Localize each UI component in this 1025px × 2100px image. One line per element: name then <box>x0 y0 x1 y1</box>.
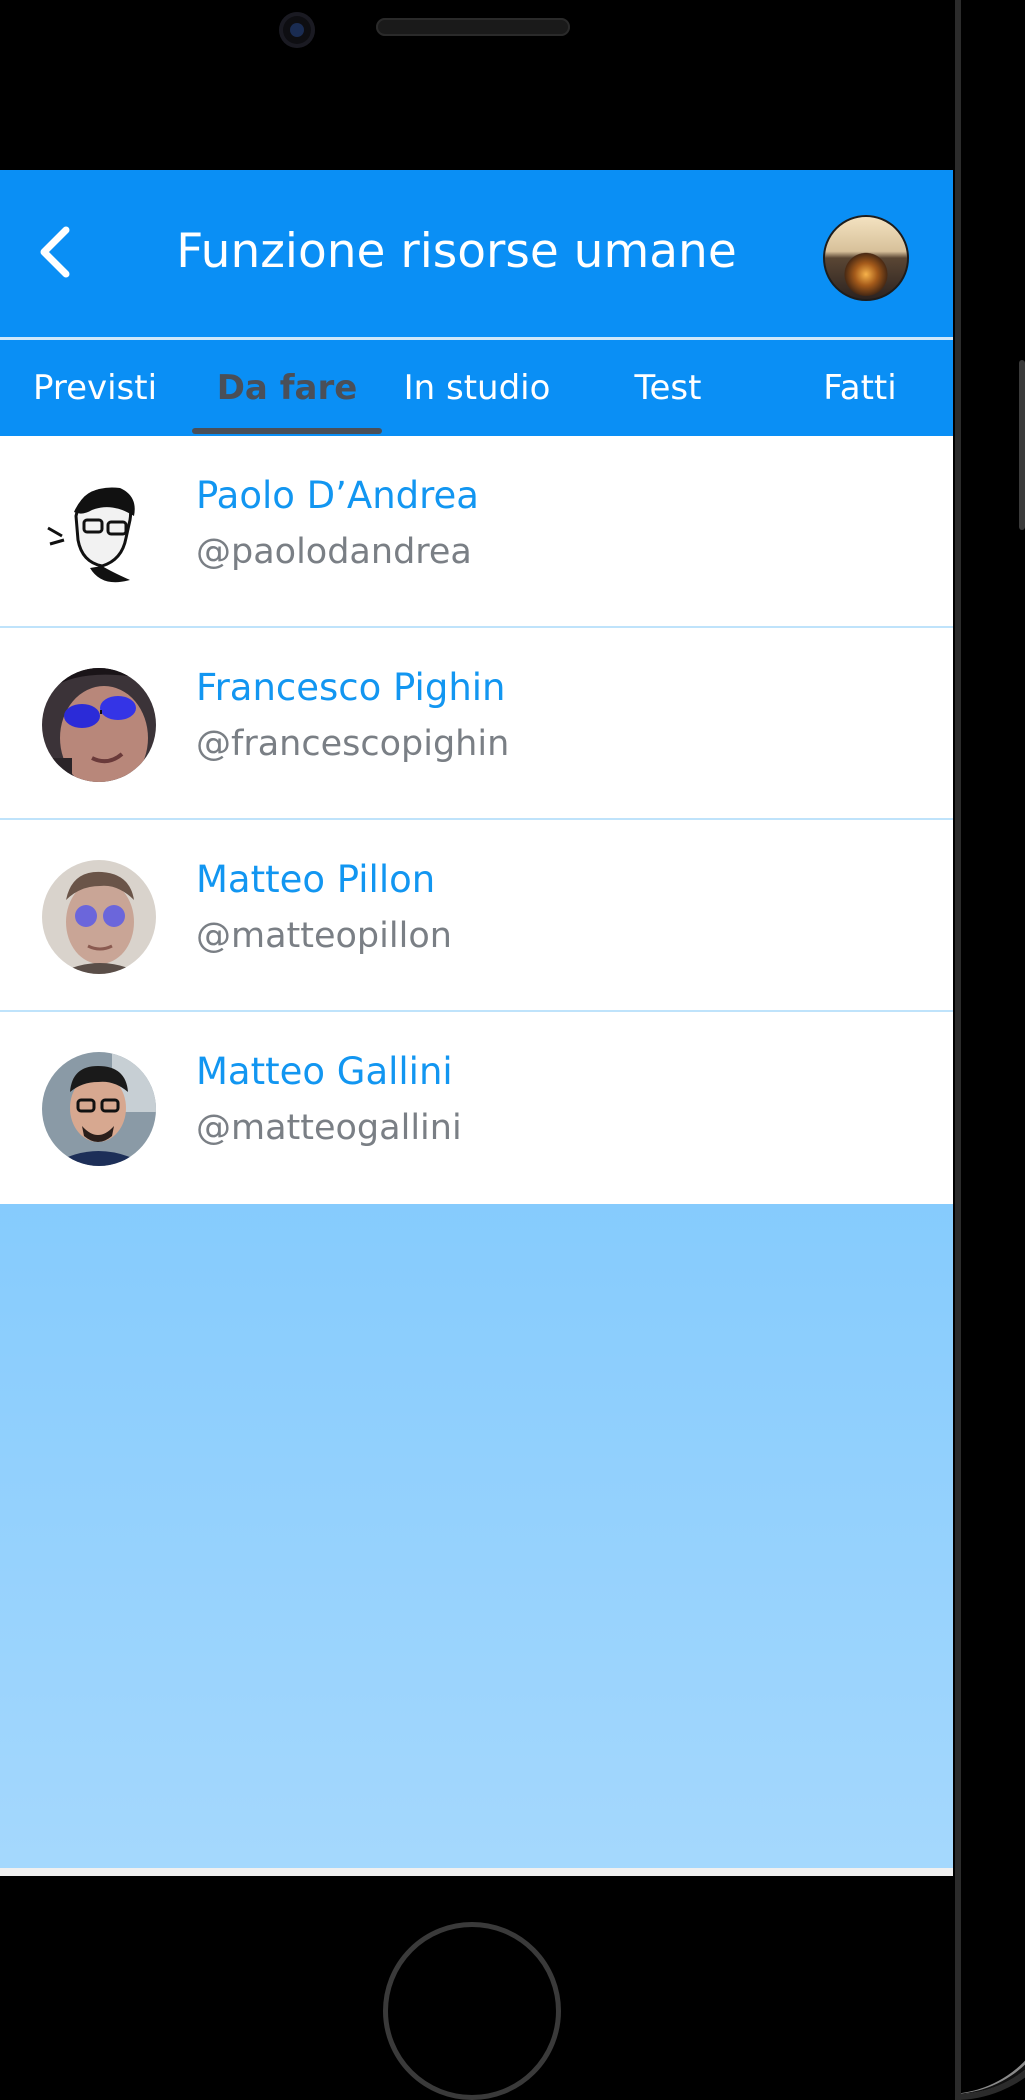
user-handle: @matteogallini <box>196 1108 462 1148</box>
tab-test[interactable]: Test <box>598 340 738 436</box>
avatar <box>42 1052 156 1166</box>
avatar <box>42 668 156 782</box>
front-camera <box>279 12 315 48</box>
list-item-user[interactable]: Matteo Gallini @matteogallini <box>0 1012 953 1204</box>
app-screen: Funzione risorse umane Previsti Da fare … <box>0 170 953 1876</box>
user-name: Matteo Pillon <box>196 858 436 901</box>
user-handle: @francescopighin <box>196 724 510 764</box>
nav-header: Funzione risorse umane <box>0 170 953 337</box>
tab-fatti[interactable]: Fatti <box>790 340 930 436</box>
profile-avatar[interactable] <box>823 215 909 301</box>
earpiece-speaker <box>376 18 570 36</box>
chevron-left-icon <box>40 226 70 278</box>
active-tab-indicator <box>192 428 382 434</box>
list-item-user[interactable]: Matteo Pillon @matteopillon <box>0 820 953 1012</box>
user-list: Paolo D’Andrea @paolodandrea Francesco P… <box>0 436 953 1204</box>
avatar <box>42 476 156 590</box>
user-name: Paolo D’Andrea <box>196 474 479 517</box>
bottom-edge <box>0 1868 953 1876</box>
list-item-user[interactable]: Francesco Pighin @francescopighin <box>0 628 953 820</box>
back-button[interactable] <box>26 220 82 284</box>
user-name: Francesco Pighin <box>196 666 506 709</box>
user-name: Matteo Gallini <box>196 1050 453 1093</box>
home-button[interactable] <box>383 1922 561 2100</box>
avatar <box>42 860 156 974</box>
side-button <box>1019 360 1025 530</box>
tab-in-studio[interactable]: In studio <box>392 340 562 436</box>
user-handle: @paolodandrea <box>196 532 472 572</box>
tab-da-fare[interactable]: Da fare <box>192 340 382 436</box>
user-handle: @matteopillon <box>196 916 452 956</box>
phone-frame-edge <box>955 0 1025 2100</box>
page-title: Funzione risorse umane <box>176 224 737 279</box>
list-item-user[interactable]: Paolo D’Andrea @paolodandrea <box>0 436 953 628</box>
tab-previsti[interactable]: Previsti <box>20 340 170 436</box>
